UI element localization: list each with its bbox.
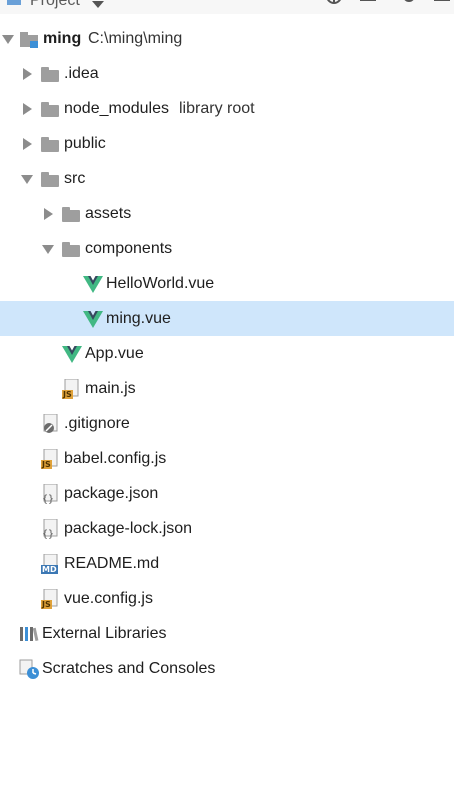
- tree-item-label: assets: [85, 205, 132, 222]
- project-tree: ming C:\ming\ming .idea node_modules lib…: [0, 21, 454, 686]
- tree-item-idea[interactable]: .idea: [0, 56, 454, 91]
- tree-item-app-vue[interactable]: App.vue: [0, 336, 454, 371]
- tree-item-label: main.js: [85, 380, 136, 397]
- tree-item-label: .gitignore: [64, 415, 130, 432]
- collapse-all-icon[interactable]: [358, 0, 378, 11]
- tree-item-main-js[interactable]: JS main.js: [0, 371, 454, 406]
- chevron-right-icon[interactable]: [23, 138, 32, 150]
- folder-icon: [41, 99, 61, 119]
- tree-item-src[interactable]: src: [0, 161, 454, 196]
- tree-item-label: ming.vue: [106, 310, 171, 327]
- tree-item-scratches[interactable]: Scratches and Consoles: [0, 651, 454, 686]
- tree-item-node-modules[interactable]: node_modules library root: [0, 91, 454, 126]
- chevron-right-icon[interactable]: [23, 68, 32, 80]
- scratches-icon: [19, 659, 39, 679]
- chevron-down-icon[interactable]: [92, 0, 104, 14]
- json-file-icon: {}: [41, 483, 61, 505]
- vue-file-icon: [62, 344, 82, 364]
- js-file-icon: JS: [41, 449, 61, 469]
- js-file-icon: JS: [62, 379, 82, 399]
- tree-item-label: src: [64, 170, 86, 187]
- project-view-icon: [6, 0, 22, 12]
- tree-item-vue-config[interactable]: JS vue.config.js: [0, 581, 454, 616]
- tree-item-label: components: [85, 240, 173, 257]
- tree-item-package-json[interactable]: {} package.json: [0, 476, 454, 511]
- module-folder-icon: [20, 29, 40, 49]
- project-toolbar: Project: [0, 0, 454, 14]
- js-file-icon: JS: [41, 589, 61, 609]
- tree-item-label: public: [64, 135, 106, 152]
- tree-item-readme[interactable]: MD README.md: [0, 546, 454, 581]
- tree-item-label: External Libraries: [42, 625, 167, 642]
- tree-item-ming-vue[interactable]: ming.vue: [0, 301, 454, 336]
- tree-item-label: package-lock.json: [64, 520, 193, 537]
- folder-icon: [41, 169, 61, 189]
- library-root-tag: library root: [179, 100, 255, 117]
- markdown-file-icon: MD: [41, 554, 61, 574]
- tree-item-root[interactable]: ming C:\ming\ming: [0, 21, 454, 56]
- chevron-down-icon[interactable]: [2, 35, 14, 44]
- tree-item-label: App.vue: [85, 345, 144, 362]
- tree-item-public[interactable]: public: [0, 126, 454, 161]
- folder-icon: [41, 64, 61, 84]
- tree-item-label: Scratches and Consoles: [42, 660, 216, 677]
- ignore-file-icon: [41, 413, 61, 434]
- tree-item-package-lock-json[interactable]: {} package-lock.json: [0, 511, 454, 546]
- tree-item-label: vue.config.js: [64, 590, 153, 607]
- hide-icon[interactable]: [432, 0, 452, 11]
- svg-text:{}: {}: [42, 529, 54, 539]
- tree-item-assets[interactable]: assets: [0, 196, 454, 231]
- chevron-down-icon[interactable]: [21, 175, 33, 184]
- tree-item-label: babel.config.js: [64, 450, 167, 467]
- tree-item-gitignore[interactable]: .gitignore: [0, 406, 454, 441]
- folder-icon: [41, 134, 61, 154]
- folder-icon: [62, 204, 82, 224]
- svg-text:{}: {}: [42, 494, 54, 504]
- library-icon: [19, 624, 39, 644]
- tree-item-helloworld-vue[interactable]: HelloWorld.vue: [0, 266, 454, 301]
- tree-item-label: node_modules: [64, 100, 169, 117]
- vue-file-icon: [83, 309, 103, 329]
- folder-icon: [62, 239, 82, 259]
- tree-item-label: ming: [43, 30, 82, 47]
- tree-item-external-libraries[interactable]: External Libraries: [0, 616, 454, 651]
- chevron-down-icon[interactable]: [42, 245, 54, 254]
- project-view-title[interactable]: Project: [30, 0, 80, 10]
- tree-item-babel-config[interactable]: JS babel.config.js: [0, 441, 454, 476]
- tree-item-path: C:\ming\ming: [88, 30, 183, 47]
- json-file-icon: {}: [41, 518, 61, 540]
- chevron-right-icon[interactable]: [23, 103, 32, 115]
- locate-icon[interactable]: [324, 0, 344, 11]
- chevron-right-icon[interactable]: [44, 208, 53, 220]
- tree-item-label: package.json: [64, 485, 159, 502]
- tree-item-label: README.md: [64, 555, 160, 572]
- vue-file-icon: [83, 274, 103, 294]
- tree-item-label: .idea: [64, 65, 99, 82]
- gear-icon[interactable]: [399, 0, 419, 11]
- tree-item-components[interactable]: components: [0, 231, 454, 266]
- tree-item-label: HelloWorld.vue: [106, 275, 215, 292]
